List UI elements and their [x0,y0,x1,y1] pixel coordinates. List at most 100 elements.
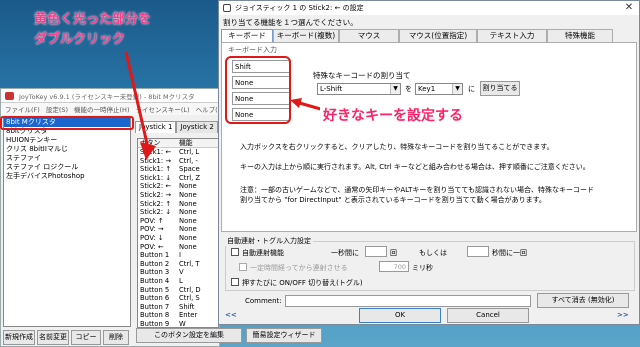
config-item[interactable]: ステファイ [4,154,130,163]
config-item[interactable]: 左手デバイスPhotoshop [4,172,130,181]
table-row[interactable]: Button 7 Shift [138,303,218,312]
function-cell: None [179,208,197,217]
seconds-label: 秒間に一回 [492,249,527,257]
table-row[interactable]: Button 6 Ctrl, S [138,294,218,303]
table-row[interactable]: Button 4 L [138,277,218,286]
wo-label: を [405,85,412,93]
times-unit: 回 [390,249,397,257]
keyboard-input-label: キーボード入力 [228,46,277,54]
function-cell: I [179,251,182,260]
config-item[interactable]: クリス 8bitIIマルじ [4,145,130,154]
times-per-second-input[interactable] [365,246,387,257]
table-row[interactable]: Stick2: ↓ None [138,208,218,217]
tab-keyboard-multi[interactable]: キーボード(複数) [273,29,339,42]
button-cell: Stick2: ← [140,182,172,191]
key-slot-select[interactable]: Key1 ▼ [415,83,463,95]
function-cell: Ctrl, L [179,148,200,156]
delay-checkbox[interactable] [239,263,247,271]
rename-button[interactable]: 名前変更 [37,330,69,345]
special-key-value: L-Shift [320,85,343,93]
cancel-button[interactable]: Cancel [447,308,529,323]
button-cell: Button 8 [140,311,170,320]
toggle-label: 押すたびに ON/OFF 切り替え(トグル) [242,279,363,287]
chevron-down-icon: ▼ [390,84,400,94]
table-row[interactable]: Button 8 Enter [138,311,218,320]
config-item[interactable]: ステファイ ロジクール [4,163,130,172]
button-cell: Stick2: ↓ [140,208,172,217]
ok-button[interactable]: OK [359,308,441,323]
column-header-function: 機能 [179,139,193,147]
seconds-input[interactable] [467,246,489,257]
tab-mouse[interactable]: マウス [339,29,399,42]
dialog-title: ジョイスティック 1 の Stick2: ← の設定 [235,4,364,12]
delay-input[interactable]: 700 [379,261,409,272]
table-row[interactable]: Button 2 Ctrl, T [138,260,218,269]
function-cell: None [179,242,197,251]
table-row[interactable]: Button 5 Ctrl, D [138,286,218,295]
button-cell: Button 2 [140,259,170,268]
function-cell: Space [179,165,200,174]
function-cell: Ctrl, - [179,156,198,165]
annotation-set-key: 好きなキーを設定する [320,105,466,125]
config-list[interactable]: 8bit Mクリスタ 8bitクリスタ HUIONテンキー クリス 8bitII… [3,117,131,327]
next-arrow-button[interactable]: >> [617,311,629,319]
assign-button[interactable]: 割り当てる [480,81,520,96]
function-cell: L [179,276,183,285]
new-config-button[interactable]: 新規作成 [3,330,35,345]
auto-fire-checkbox[interactable] [231,248,239,256]
function-cell: None [179,182,197,191]
table-row[interactable]: Stick2: → None [138,191,218,200]
table-row[interactable]: Stick1: ↑ Space [138,165,218,174]
dialog-instruction: 割り当てる機能を１つ選んでください。 [223,18,358,27]
copy-button[interactable]: コピー [71,330,101,345]
tab-text-input[interactable]: テキスト入力 [477,29,547,42]
button-cell: Stick1: ↓ [140,173,172,182]
function-cell: Shift [179,302,195,311]
config-item[interactable]: HUIONテンキー [4,136,130,145]
prev-arrow-button[interactable]: << [225,311,237,319]
tab-special[interactable]: 特殊機能 [547,29,613,42]
button-cell: Stick1: ↑ [140,165,172,174]
table-row[interactable]: Stick2: ← None [138,182,218,191]
button-cell: Button 3 [140,268,170,277]
button-cell: POV: ← [140,242,164,251]
auto-fire-legend: 自動連射・トグル入力設定 [225,236,313,246]
menu-help[interactable]: ヘルプ(H) [196,104,219,114]
table-row[interactable]: POV: ↓ None [138,234,218,243]
special-keycode-label: 特殊なキーコードの割り当て [313,71,411,80]
table-row[interactable]: Stick2: ↑ None [138,200,218,209]
button-cell: Button 1 [140,251,170,260]
toggle-checkbox[interactable] [231,278,239,286]
edit-button-setting[interactable]: このボタン設定を編集 [136,328,242,343]
button-cell: POV: ↑ [140,216,164,225]
clear-all-button[interactable]: すべて消去 (無効化) [537,293,629,308]
close-icon[interactable]: ✕ [623,2,635,14]
chevron-down-icon: ▼ [452,84,462,94]
table-row[interactable]: Button 3 V [138,268,218,277]
button-cell: POV: ↓ [140,233,164,242]
delete-button[interactable]: 削除 [103,330,129,345]
function-cell: None [179,225,197,234]
function-cell: Enter [179,311,198,320]
joystick-icon [223,4,231,12]
table-row[interactable]: POV: ↑ None [138,217,218,226]
joy-titlebar: JoyToKey v6.9.1 (ライセンスキー未登録) - 8bit Mクリス… [1,89,219,103]
comment-input[interactable] [285,295,531,307]
tab-keyboard[interactable]: キーボード [221,29,273,42]
table-row[interactable]: Button 1 I [138,251,218,260]
wizard-button[interactable]: 簡易設定ウィザード [246,328,322,343]
table-row[interactable]: Button 9 W [138,319,218,328]
button-cell: Button 6 [140,294,170,303]
button-cell: Button 9 [140,319,170,328]
description-note-1: 注意：一部の古いゲームなどで、通常の矢印キーやALTキーを割り当てても認識されな… [240,186,595,194]
table-row[interactable]: POV: ← None [138,243,218,252]
tab-joystick-2[interactable]: Joystick 2 [176,121,218,133]
table-row[interactable]: POV: → None [138,225,218,234]
table-row[interactable]: Stick1: ↓ Ctrl, Z [138,174,218,183]
function-cell: Ctrl, Z [179,173,201,182]
special-key-select[interactable]: L-Shift ▼ [317,83,401,95]
tab-mouse-position[interactable]: マウス(位置指定) [399,29,477,42]
key-slot-value: Key1 [418,85,436,93]
menu-file[interactable]: ファイル(F) [5,104,40,114]
menu-settings[interactable]: 設定(S) [46,104,68,114]
